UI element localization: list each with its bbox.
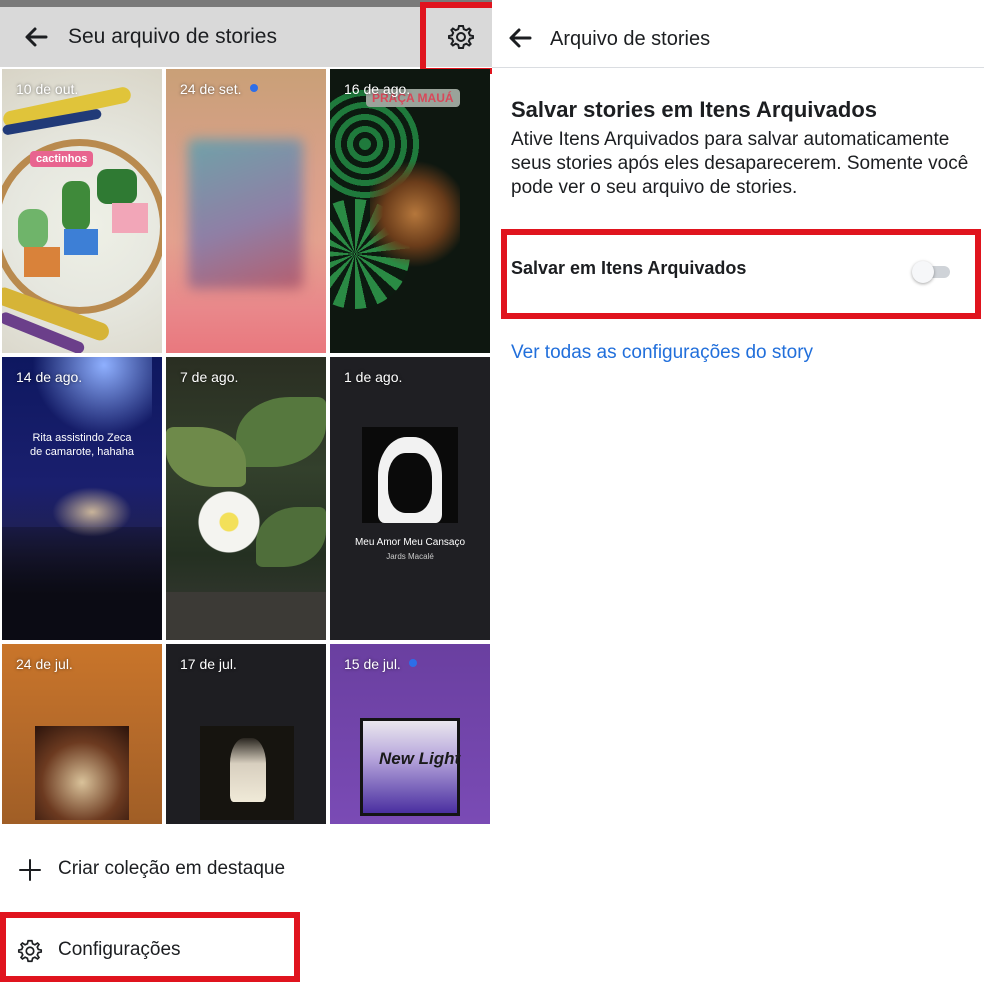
back-button[interactable]: [506, 24, 534, 52]
story-date: 1 de ago.: [344, 369, 403, 385]
arrow-left-icon: [509, 28, 532, 48]
page-title: Arquivo de stories: [550, 28, 711, 50]
cactus-pot-2: [64, 229, 98, 255]
album-cover: [200, 726, 294, 820]
story-date: 15 de jul.: [344, 656, 417, 672]
save-to-archive-row[interactable]: Salvar em Itens Arquivados: [502, 233, 972, 305]
story-tile[interactable]: cactinhos 10 de out.: [2, 69, 162, 353]
toggle-knob: [912, 261, 934, 283]
album-cover: [362, 427, 458, 523]
story-date-text: 15 de jul.: [344, 656, 401, 672]
gear-icon: [448, 25, 474, 49]
story-date: 14 de ago.: [16, 369, 83, 385]
story-grid: cactinhos 10 de out. 24 de set. PRAÇA MA…: [2, 69, 490, 824]
all-story-settings-link[interactable]: Ver todas as configurações do story: [511, 342, 813, 364]
story-tile[interactable]: 24 de jul.: [2, 644, 162, 824]
cactus-1: [18, 209, 48, 249]
crowd: [2, 527, 162, 640]
status-strip: [0, 0, 492, 7]
story-tile[interactable]: New Light 15 de jul.: [330, 644, 490, 824]
section-description: Ative Itens Arquivados para salvar autom…: [511, 129, 969, 198]
new-indicator-dot: [249, 84, 258, 92]
song-title: Meu Amor Meu Cansaço: [354, 537, 466, 548]
page-title: Seu arquivo de stories: [68, 25, 277, 48]
plus-icon: [19, 859, 41, 881]
stage-light: [370, 159, 460, 269]
settings-label: Configurações: [58, 939, 181, 960]
story-tile[interactable]: 17 de jul.: [166, 644, 326, 824]
story-tile[interactable]: 7 de ago.: [166, 357, 326, 640]
back-button[interactable]: [22, 23, 50, 51]
album-cover: New Light: [360, 718, 460, 816]
soil: [166, 592, 326, 640]
song-artist: Jards Macalé: [386, 552, 434, 561]
leaf-3: [256, 507, 326, 567]
story-date: 16 de ago.: [344, 81, 411, 97]
cactus-2: [62, 181, 90, 231]
save-to-archive-toggle[interactable]: [912, 261, 952, 283]
create-highlight-label: Criar coleção em destaque: [58, 858, 286, 879]
create-highlight-button[interactable]: Criar coleção em destaque: [0, 840, 492, 900]
settings-button[interactable]: [446, 22, 476, 52]
story-date: 7 de ago.: [180, 369, 239, 385]
archive-settings-panel: Arquivo de stories Salvar stories em Ite…: [492, 0, 984, 984]
story-date: 24 de jul.: [16, 656, 73, 672]
album-title: New Light: [379, 749, 461, 768]
leaf-1: [236, 397, 326, 467]
save-to-archive-label: Salvar em Itens Arquivados: [511, 258, 747, 278]
settings-menu-item[interactable]: Configurações: [0, 921, 492, 981]
settings-header: Arquivo de stories: [492, 0, 984, 68]
album-portrait: [230, 738, 266, 802]
white-flower: [194, 487, 264, 557]
story-text-overlay: Rita assistindo Zeca de camarote, hahaha: [30, 432, 134, 458]
story-tile[interactable]: Meu Amor Meu Cansaço Jards Macalé 1 de a…: [330, 357, 490, 640]
leaf-2: [166, 427, 246, 487]
album-face: [388, 453, 432, 513]
story-date: 24 de set.: [180, 81, 258, 97]
musicians: [52, 487, 132, 537]
archive-header: Seu arquivo de stories: [0, 7, 492, 67]
cactus-pot-3: [112, 203, 148, 233]
story-tile[interactable]: PRAÇA MAUÁ 16 de ago.: [330, 69, 490, 353]
album-cover: [35, 726, 129, 820]
gear-icon: [17, 939, 43, 963]
story-date: 10 de out.: [16, 81, 79, 97]
cactus-pot-1: [24, 247, 60, 277]
new-indicator-dot: [408, 659, 417, 667]
story-date-text: 24 de set.: [180, 81, 242, 97]
story-date: 17 de jul.: [180, 656, 237, 672]
story-tile[interactable]: Rita assistindo Zeca de camarote, hahaha…: [2, 357, 162, 640]
story-sticker: cactinhos: [30, 151, 94, 167]
story-archive-panel: Seu arquivo de stories cactinhos 10 de o…: [0, 0, 502, 984]
cactus-3: [97, 169, 137, 204]
blurred-content: [188, 139, 303, 289]
story-tile[interactable]: 24 de set.: [166, 69, 326, 353]
arrow-left-icon: [25, 27, 48, 47]
section-title: Salvar stories em Itens Arquivados: [511, 97, 877, 122]
